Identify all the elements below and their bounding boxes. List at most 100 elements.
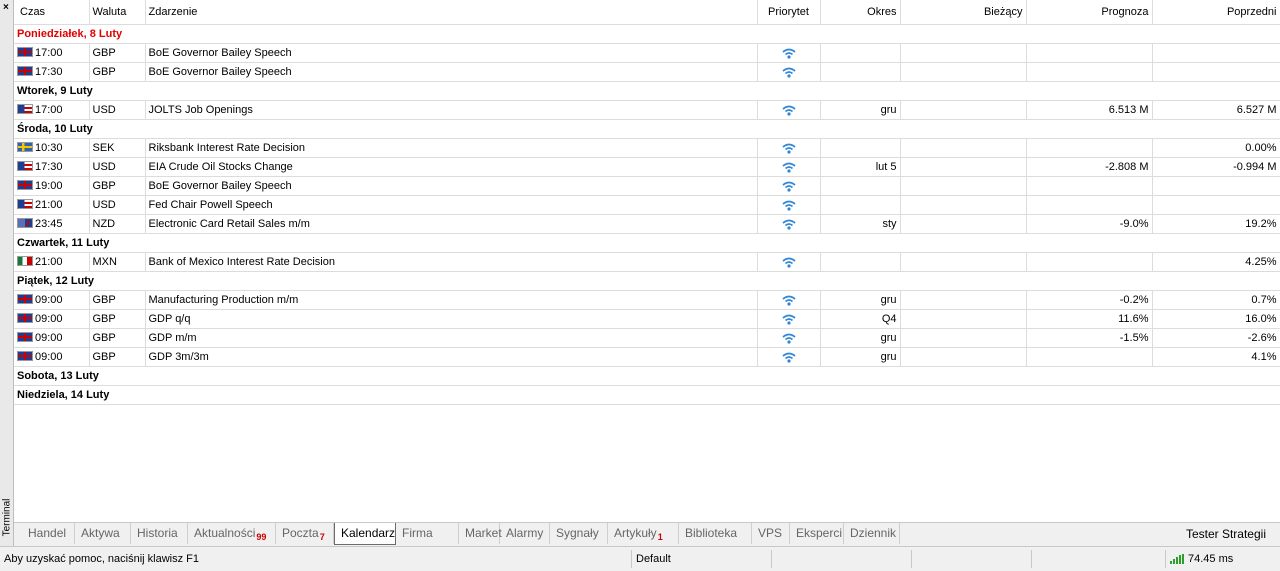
col-header-time[interactable]: Czas — [14, 0, 90, 25]
event-currency: USD — [89, 100, 146, 120]
priority-icon — [781, 66, 796, 78]
day-header-row: Czwartek, 11 Luty — [14, 233, 1280, 253]
status-connection[interactable]: 74.45 ms — [1166, 550, 1280, 568]
tab-firma[interactable]: Firma — [396, 523, 459, 544]
event-name: GDP q/q — [145, 309, 758, 329]
tab-vps[interactable]: VPS — [752, 523, 790, 544]
day-header-row: Sobota, 13 Luty — [14, 366, 1280, 386]
col-header-currency[interactable]: Waluta — [89, 0, 146, 25]
priority-icon — [781, 332, 796, 344]
event-previous: -2.6% — [1152, 328, 1280, 348]
event-time-cell: 09:00 — [14, 309, 90, 329]
event-row[interactable]: 17:30 GBP BoE Governor Bailey Speech — [14, 62, 1280, 82]
event-row[interactable]: 09:00 GBP GDP 3m/3m gru 4.1% — [14, 347, 1280, 367]
event-previous: 0.7% — [1152, 290, 1280, 310]
day-label: Czwartek, 11 Luty — [14, 233, 1280, 253]
tab-label: Kalendarz — [341, 526, 396, 540]
tab-aktywa[interactable]: Aktywa — [75, 523, 131, 544]
tab-label: Poczta — [282, 526, 319, 540]
tab-poczta[interactable]: Poczta7 — [276, 523, 334, 544]
event-time: 09:00 — [35, 313, 63, 325]
tab-dziennik[interactable]: Dziennik — [844, 523, 900, 544]
col-header-previous[interactable]: Poprzedni — [1152, 0, 1280, 25]
tab-label: VPS — [758, 526, 783, 540]
tab-eksperci[interactable]: Eksperci — [790, 523, 844, 544]
tab-label: Biblioteka — [685, 526, 738, 540]
tab-label: Aktywa — [81, 526, 120, 540]
event-row[interactable]: 17:00 GBP BoE Governor Bailey Speech — [14, 43, 1280, 63]
signal-bars-icon — [1170, 554, 1184, 565]
tab-sygnały[interactable]: Sygnały — [550, 523, 608, 544]
col-header-actual[interactable]: Bieżący — [900, 0, 1027, 25]
event-time: 17:30 — [35, 161, 63, 173]
header-row: Czas Waluta Zdarzenie Priorytet Okres Bi… — [14, 0, 1280, 25]
event-time: 09:00 — [35, 351, 63, 363]
col-header-period[interactable]: Okres — [820, 0, 901, 25]
event-priority — [757, 62, 821, 82]
status-segment-empty-1 — [772, 550, 912, 568]
tab-badge: 1 — [657, 532, 663, 542]
tab-label: Aktualności — [194, 526, 256, 540]
event-time: 17:00 — [35, 104, 63, 116]
tab-aktualności[interactable]: Aktualności99 — [188, 523, 276, 544]
event-row[interactable]: 17:30 USD EIA Crude Oil Stocks Change lut 5… — [14, 157, 1280, 177]
event-time-cell: 23:45 — [14, 214, 90, 234]
event-period — [820, 43, 901, 63]
tab-market[interactable]: Market — [459, 523, 502, 544]
event-time-cell: 17:00 — [14, 100, 90, 120]
event-period: sty — [820, 214, 901, 234]
flag-us-icon — [17, 161, 33, 171]
tab-badge: 99 — [256, 532, 267, 542]
tab-artykuły[interactable]: Artykuły1 — [608, 523, 679, 544]
event-forecast — [1026, 138, 1153, 158]
event-time: 17:00 — [35, 47, 63, 59]
priority-icon — [781, 313, 796, 325]
event-row[interactable]: 21:00 MXN Bank of Mexico Interest Rate Dec… — [14, 252, 1280, 272]
event-time-cell: 10:30 — [14, 138, 90, 158]
event-forecast — [1026, 347, 1153, 367]
event-period — [820, 252, 901, 272]
col-header-forecast[interactable]: Prognoza — [1026, 0, 1153, 25]
day-header-row: Środa, 10 Luty — [14, 119, 1280, 139]
event-forecast — [1026, 252, 1153, 272]
event-priority — [757, 100, 821, 120]
close-icon[interactable]: × — [3, 3, 9, 13]
event-currency: GBP — [89, 328, 146, 348]
event-row[interactable]: 23:45 NZD Electronic Card Retail Sales m/m… — [14, 214, 1280, 234]
flag-us-icon — [17, 199, 33, 209]
event-period: lut 5 — [820, 157, 901, 177]
event-period — [820, 176, 901, 196]
flag-us-icon — [17, 104, 33, 114]
event-row[interactable]: 19:00 GBP BoE Governor Bailey Speech — [14, 176, 1280, 196]
tab-alarmy[interactable]: Alarmy — [500, 523, 550, 544]
event-row[interactable]: 17:00 USD JOLTS Job Openings gru 6.513 M 6.52… — [14, 100, 1280, 120]
event-priority — [757, 347, 821, 367]
flag-gb-icon — [17, 180, 33, 190]
event-row[interactable]: 09:00 GBP Manufacturing Production m/m gru -… — [14, 290, 1280, 310]
status-profile[interactable]: Default — [632, 550, 772, 568]
event-name: EIA Crude Oil Stocks Change — [145, 157, 758, 177]
tab-kalendarz[interactable]: Kalendarz — [334, 523, 396, 545]
event-actual — [900, 62, 1027, 82]
tab-handel[interactable]: Handel — [22, 523, 75, 544]
col-header-event[interactable]: Zdarzenie — [145, 0, 758, 25]
event-forecast — [1026, 176, 1153, 196]
event-row[interactable]: 09:00 GBP GDP m/m gru -1.5% -2.6% — [14, 328, 1280, 348]
event-actual — [900, 176, 1027, 196]
strategy-tester-tab[interactable]: Tester Strategii — [1186, 523, 1266, 544]
event-priority — [757, 214, 821, 234]
event-row[interactable]: 10:30 SEK Riksbank Interest Rate Decision 0… — [14, 138, 1280, 158]
event-actual — [900, 100, 1027, 120]
event-time-cell: 17:00 — [14, 43, 90, 63]
day-label: Poniedziałek, 8 Luty — [14, 24, 1280, 44]
col-header-priority[interactable]: Priorytet — [757, 0, 821, 25]
event-currency: GBP — [89, 43, 146, 63]
event-forecast: 6.513 M — [1026, 100, 1153, 120]
priority-icon — [781, 294, 796, 306]
event-row[interactable]: 09:00 GBP GDP q/q Q4 11.6% 16.0% — [14, 309, 1280, 329]
tab-biblioteka[interactable]: Biblioteka — [679, 523, 752, 544]
calendar-grid[interactable]: Czas Waluta Zdarzenie Priorytet Okres Bi… — [14, 0, 1280, 522]
event-row[interactable]: 21:00 USD Fed Chair Powell Speech — [14, 195, 1280, 215]
tab-historia[interactable]: Historia — [131, 523, 188, 544]
day-header-row: Piątek, 12 Luty — [14, 271, 1280, 291]
